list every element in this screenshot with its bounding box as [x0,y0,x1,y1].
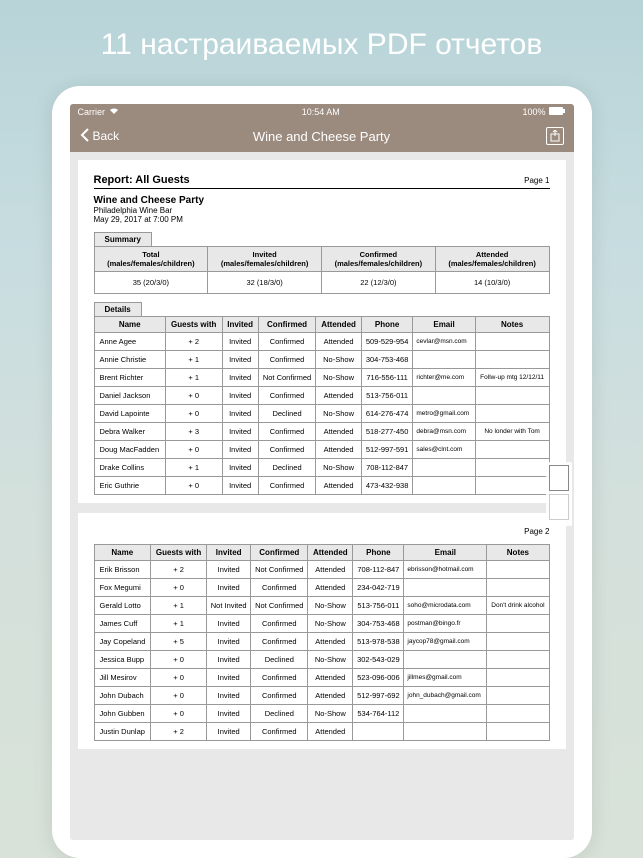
tablet-frame: Carrier 10:54 AM 100% Back Wine and Che [52,86,592,858]
details-header: Confirmed [258,317,316,333]
details-tab: Details [94,302,142,316]
details-header: Email [404,545,487,561]
details-header: Guests with [165,317,222,333]
summary-header: Total(males/females/children) [94,247,208,272]
details-header: Email [413,317,475,333]
summary-value: 22 (12/3/0) [322,272,436,294]
event-datetime: May 29, 2017 at 7:00 PM [94,215,550,224]
details-header: Attended [316,317,361,333]
table-row: Drake Collins+ 1InvitedDeclinedNo-Show70… [94,459,549,477]
details-header: Invited [222,317,258,333]
back-label: Back [93,129,120,143]
details-header: Phone [361,317,413,333]
summary-header: Confirmed(males/females/children) [322,247,436,272]
details-header: Confirmed [251,545,308,561]
table-row: Brent Richter+ 1InvitedNot ConfirmedNo-S… [94,369,549,387]
details-header: Notes [487,545,549,561]
share-button[interactable] [546,127,564,145]
summary-value: 35 (20/3/0) [94,272,208,294]
table-row: James Cuff+ 1InvitedConfirmedNo-Show304-… [94,615,549,633]
status-time: 10:54 AM [302,107,340,117]
table-row: Gerald Lotto+ 1Not InvitedNot ConfirmedN… [94,597,549,615]
document-content[interactable]: Report: All Guests Page 1 Wine and Chees… [70,152,574,840]
table-row: Eric Guthrie+ 0InvitedConfirmedAttended4… [94,477,549,495]
table-row: Daniel Jackson+ 0InvitedConfirmedAttende… [94,387,549,405]
details-table-1: NameGuests withInvitedConfirmedAttendedP… [94,316,550,495]
page-number: Page 2 [524,527,549,536]
summary-tab: Summary [94,232,152,246]
details-header: Notes [475,317,549,333]
summary-value: 14 (10/3/0) [435,272,549,294]
chevron-left-icon [80,128,90,145]
status-bar: Carrier 10:54 AM 100% [70,104,574,120]
event-title: Wine and Cheese Party [94,195,550,206]
table-row: Jill Mesirov+ 0InvitedConfirmedAttended5… [94,669,549,687]
table-row: Doug MacFadden+ 0InvitedConfirmedAttende… [94,441,549,459]
report-title: Report: All Guests [94,174,190,186]
table-row: John Gubben+ 0InvitedDeclinedNo-Show534-… [94,705,549,723]
wifi-icon [109,107,119,117]
summary-value: 32 (18/3/0) [208,272,322,294]
table-row: Annie Christie+ 1InvitedConfirmedNo-Show… [94,351,549,369]
event-venue: Philadelphia Wine Bar [94,206,550,215]
details-header: Name [94,317,165,333]
table-row: Jay Copeland+ 5InvitedConfirmedAttended5… [94,633,549,651]
table-row: Justin Dunlap+ 2InvitedConfirmedAttended [94,723,549,741]
table-row: Fox Megumi+ 0InvitedConfirmedAttended234… [94,579,549,597]
back-button[interactable]: Back [80,128,120,145]
nav-bar: Back Wine and Cheese Party [70,120,574,152]
banner-title: 11 настраиваемых PDF отчетов [0,0,643,86]
summary-header: Invited(males/females/children) [208,247,322,272]
details-header: Invited [207,545,251,561]
summary-table: Total(males/females/children)Invited(mal… [94,246,550,294]
pdf-page-2: Page 2 NameGuests withInvitedConfirmedAt… [78,513,566,749]
details-table-2: NameGuests withInvitedConfirmedAttendedP… [94,544,550,741]
battery-label: 100% [522,107,545,117]
details-header: Name [94,545,151,561]
page-thumbnails [546,462,572,526]
table-row: John Dubach+ 0InvitedConfirmedAttended51… [94,687,549,705]
details-header: Phone [353,545,404,561]
thumbnail-page-2[interactable] [549,494,569,520]
table-row: Erik Brisson+ 2InvitedNot ConfirmedAtten… [94,561,549,579]
thumbnail-page-1[interactable] [549,465,569,491]
details-header: Guests with [151,545,207,561]
screen: Carrier 10:54 AM 100% Back Wine and Che [70,104,574,840]
carrier-label: Carrier [78,107,106,117]
nav-title: Wine and Cheese Party [253,129,390,144]
page-number: Page 1 [524,176,549,185]
table-row: David Lapointe+ 0InvitedDeclinedNo-Show6… [94,405,549,423]
table-row: Jessica Bupp+ 0InvitedDeclinedNo-Show302… [94,651,549,669]
battery-icon [549,107,565,117]
summary-header: Attended(males/females/children) [435,247,549,272]
pdf-page-1: Report: All Guests Page 1 Wine and Chees… [78,160,566,503]
table-row: Debra Walker+ 3InvitedConfirmedAttended5… [94,423,549,441]
table-row: Anne Agee+ 2InvitedConfirmedAttended509-… [94,333,549,351]
details-header: Attended [308,545,353,561]
